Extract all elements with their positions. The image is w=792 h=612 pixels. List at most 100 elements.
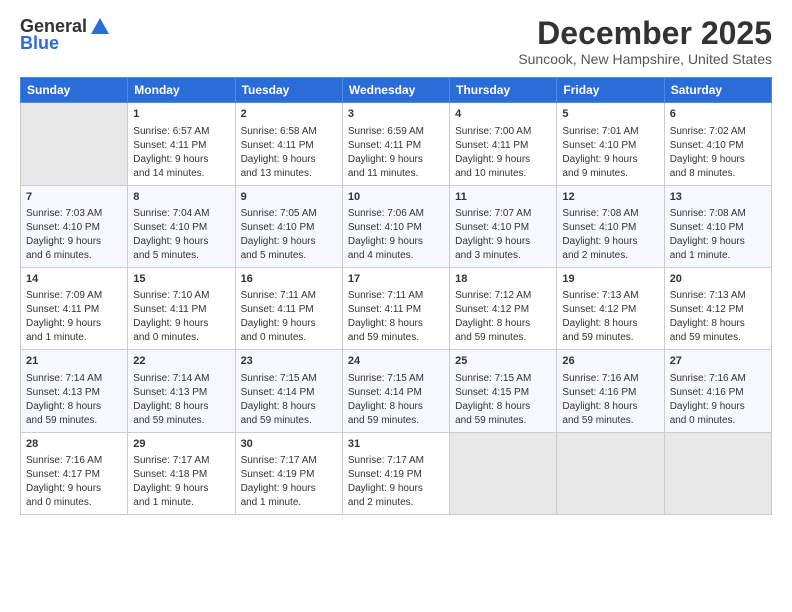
calendar-cell: 27Sunrise: 7:16 AMSunset: 4:16 PMDayligh… xyxy=(664,350,771,432)
cell-info: Daylight: 9 hours xyxy=(241,482,337,496)
cell-info: Daylight: 9 hours xyxy=(133,482,229,496)
cell-info: Sunset: 4:11 PM xyxy=(241,139,337,153)
cell-info: Daylight: 9 hours xyxy=(26,482,122,496)
cell-info: Sunrise: 7:15 AM xyxy=(455,372,551,386)
day-number: 20 xyxy=(670,272,766,287)
cell-info: Daylight: 9 hours xyxy=(241,153,337,167)
cell-info: and 0 minutes. xyxy=(670,414,766,428)
day-number: 29 xyxy=(133,437,229,452)
cell-info: Sunrise: 7:16 AM xyxy=(26,454,122,468)
subtitle: Suncook, New Hampshire, United States xyxy=(518,51,772,67)
day-number: 1 xyxy=(133,107,229,122)
cell-info: and 2 minutes. xyxy=(562,249,658,263)
cell-info: Sunrise: 6:58 AM xyxy=(241,125,337,139)
cell-info: Sunset: 4:18 PM xyxy=(133,468,229,482)
cell-info: Sunset: 4:10 PM xyxy=(670,221,766,235)
week-row-3: 21Sunrise: 7:14 AMSunset: 4:13 PMDayligh… xyxy=(21,350,772,432)
cell-info: Sunset: 4:17 PM xyxy=(26,468,122,482)
calendar-cell: 10Sunrise: 7:06 AMSunset: 4:10 PMDayligh… xyxy=(342,185,449,267)
calendar-cell: 6Sunrise: 7:02 AMSunset: 4:10 PMDaylight… xyxy=(664,103,771,185)
cell-info: Daylight: 8 hours xyxy=(455,400,551,414)
cell-info: and 59 minutes. xyxy=(241,414,337,428)
cell-info: and 13 minutes. xyxy=(241,167,337,181)
cell-info: Sunrise: 7:08 AM xyxy=(670,207,766,221)
cell-info: Sunrise: 7:15 AM xyxy=(241,372,337,386)
cell-info: and 2 minutes. xyxy=(348,496,444,510)
day-number: 12 xyxy=(562,190,658,205)
cell-info: Daylight: 8 hours xyxy=(241,400,337,414)
cell-info: Sunrise: 7:17 AM xyxy=(241,454,337,468)
page: General Blue December 2025 Suncook, New … xyxy=(0,0,792,612)
cell-info: Sunrise: 7:12 AM xyxy=(455,289,551,303)
header-day-tuesday: Tuesday xyxy=(235,78,342,103)
cell-info: and 1 minute. xyxy=(133,496,229,510)
cell-info: Sunset: 4:13 PM xyxy=(26,386,122,400)
cell-info: and 0 minutes. xyxy=(133,331,229,345)
cell-info: Sunset: 4:10 PM xyxy=(562,139,658,153)
cell-info: Sunset: 4:10 PM xyxy=(241,221,337,235)
cell-info: and 8 minutes. xyxy=(670,167,766,181)
cell-info: Sunset: 4:13 PM xyxy=(133,386,229,400)
day-number: 7 xyxy=(26,190,122,205)
cell-info: Sunrise: 7:09 AM xyxy=(26,289,122,303)
cell-info: Sunrise: 7:04 AM xyxy=(133,207,229,221)
cell-info: Daylight: 9 hours xyxy=(455,235,551,249)
cell-info: and 1 minute. xyxy=(26,331,122,345)
cell-info: and 6 minutes. xyxy=(26,249,122,263)
day-number: 19 xyxy=(562,272,658,287)
cell-info: and 10 minutes. xyxy=(455,167,551,181)
calendar-cell: 3Sunrise: 6:59 AMSunset: 4:11 PMDaylight… xyxy=(342,103,449,185)
cell-info: Sunset: 4:10 PM xyxy=(348,221,444,235)
cell-info: Sunset: 4:11 PM xyxy=(455,139,551,153)
day-number: 2 xyxy=(241,107,337,122)
cell-info: Sunrise: 6:57 AM xyxy=(133,125,229,139)
calendar-cell: 2 Sunrise: 6:58 AMSunset: 4:11 PMDaylight… xyxy=(235,103,342,185)
cell-info: and 9 minutes. xyxy=(562,167,658,181)
day-number: 6 xyxy=(670,107,766,122)
calendar-cell: 29Sunrise: 7:17 AMSunset: 4:18 PMDayligh… xyxy=(128,432,235,514)
logo-icon xyxy=(89,16,111,38)
cell-info: Sunset: 4:14 PM xyxy=(348,386,444,400)
calendar-cell xyxy=(450,432,557,514)
header-day-monday: Monday xyxy=(128,78,235,103)
cell-info: Sunset: 4:11 PM xyxy=(133,303,229,317)
day-number: 15 xyxy=(133,272,229,287)
week-row-4: 28Sunrise: 7:16 AMSunset: 4:17 PMDayligh… xyxy=(21,432,772,514)
cell-info: Sunrise: 6:59 AM xyxy=(348,125,444,139)
cell-info: Sunset: 4:12 PM xyxy=(562,303,658,317)
cell-info: and 59 minutes. xyxy=(455,331,551,345)
cell-info: Sunset: 4:11 PM xyxy=(348,139,444,153)
cell-info: Sunrise: 7:01 AM xyxy=(562,125,658,139)
calendar-cell: 30Sunrise: 7:17 AMSunset: 4:19 PMDayligh… xyxy=(235,432,342,514)
calendar-cell xyxy=(21,103,128,185)
header-day-wednesday: Wednesday xyxy=(342,78,449,103)
cell-info: Sunrise: 7:16 AM xyxy=(670,372,766,386)
cell-info: and 1 minute. xyxy=(241,496,337,510)
calendar-cell: 18Sunrise: 7:12 AMSunset: 4:12 PMDayligh… xyxy=(450,267,557,349)
cell-info: Sunrise: 7:14 AM xyxy=(133,372,229,386)
cell-info: and 4 minutes. xyxy=(348,249,444,263)
calendar-cell: 31Sunrise: 7:17 AMSunset: 4:19 PMDayligh… xyxy=(342,432,449,514)
day-number: 21 xyxy=(26,354,122,369)
cell-info: Daylight: 8 hours xyxy=(562,400,658,414)
calendar-cell: 12Sunrise: 7:08 AMSunset: 4:10 PMDayligh… xyxy=(557,185,664,267)
cell-info: Daylight: 9 hours xyxy=(348,235,444,249)
calendar-cell: 22Sunrise: 7:14 AMSunset: 4:13 PMDayligh… xyxy=(128,350,235,432)
cell-info: and 11 minutes. xyxy=(348,167,444,181)
calendar-cell: 9Sunrise: 7:05 AMSunset: 4:10 PMDaylight… xyxy=(235,185,342,267)
cell-info: Sunrise: 7:16 AM xyxy=(562,372,658,386)
month-title: December 2025 xyxy=(518,16,772,51)
week-row-1: 7Sunrise: 7:03 AMSunset: 4:10 PMDaylight… xyxy=(21,185,772,267)
cell-info: Daylight: 9 hours xyxy=(241,317,337,331)
cell-info: Sunrise: 7:13 AM xyxy=(670,289,766,303)
calendar-cell: 5Sunrise: 7:01 AMSunset: 4:10 PMDaylight… xyxy=(557,103,664,185)
cell-info: Sunrise: 7:15 AM xyxy=(348,372,444,386)
cell-info: and 59 minutes. xyxy=(562,331,658,345)
cell-info: Daylight: 9 hours xyxy=(348,482,444,496)
cell-info: Daylight: 9 hours xyxy=(670,235,766,249)
cell-info: Sunset: 4:14 PM xyxy=(241,386,337,400)
day-number: 28 xyxy=(26,437,122,452)
header: General Blue December 2025 Suncook, New … xyxy=(20,16,772,67)
cell-info: Daylight: 8 hours xyxy=(348,400,444,414)
calendar-cell: 21Sunrise: 7:14 AMSunset: 4:13 PMDayligh… xyxy=(21,350,128,432)
